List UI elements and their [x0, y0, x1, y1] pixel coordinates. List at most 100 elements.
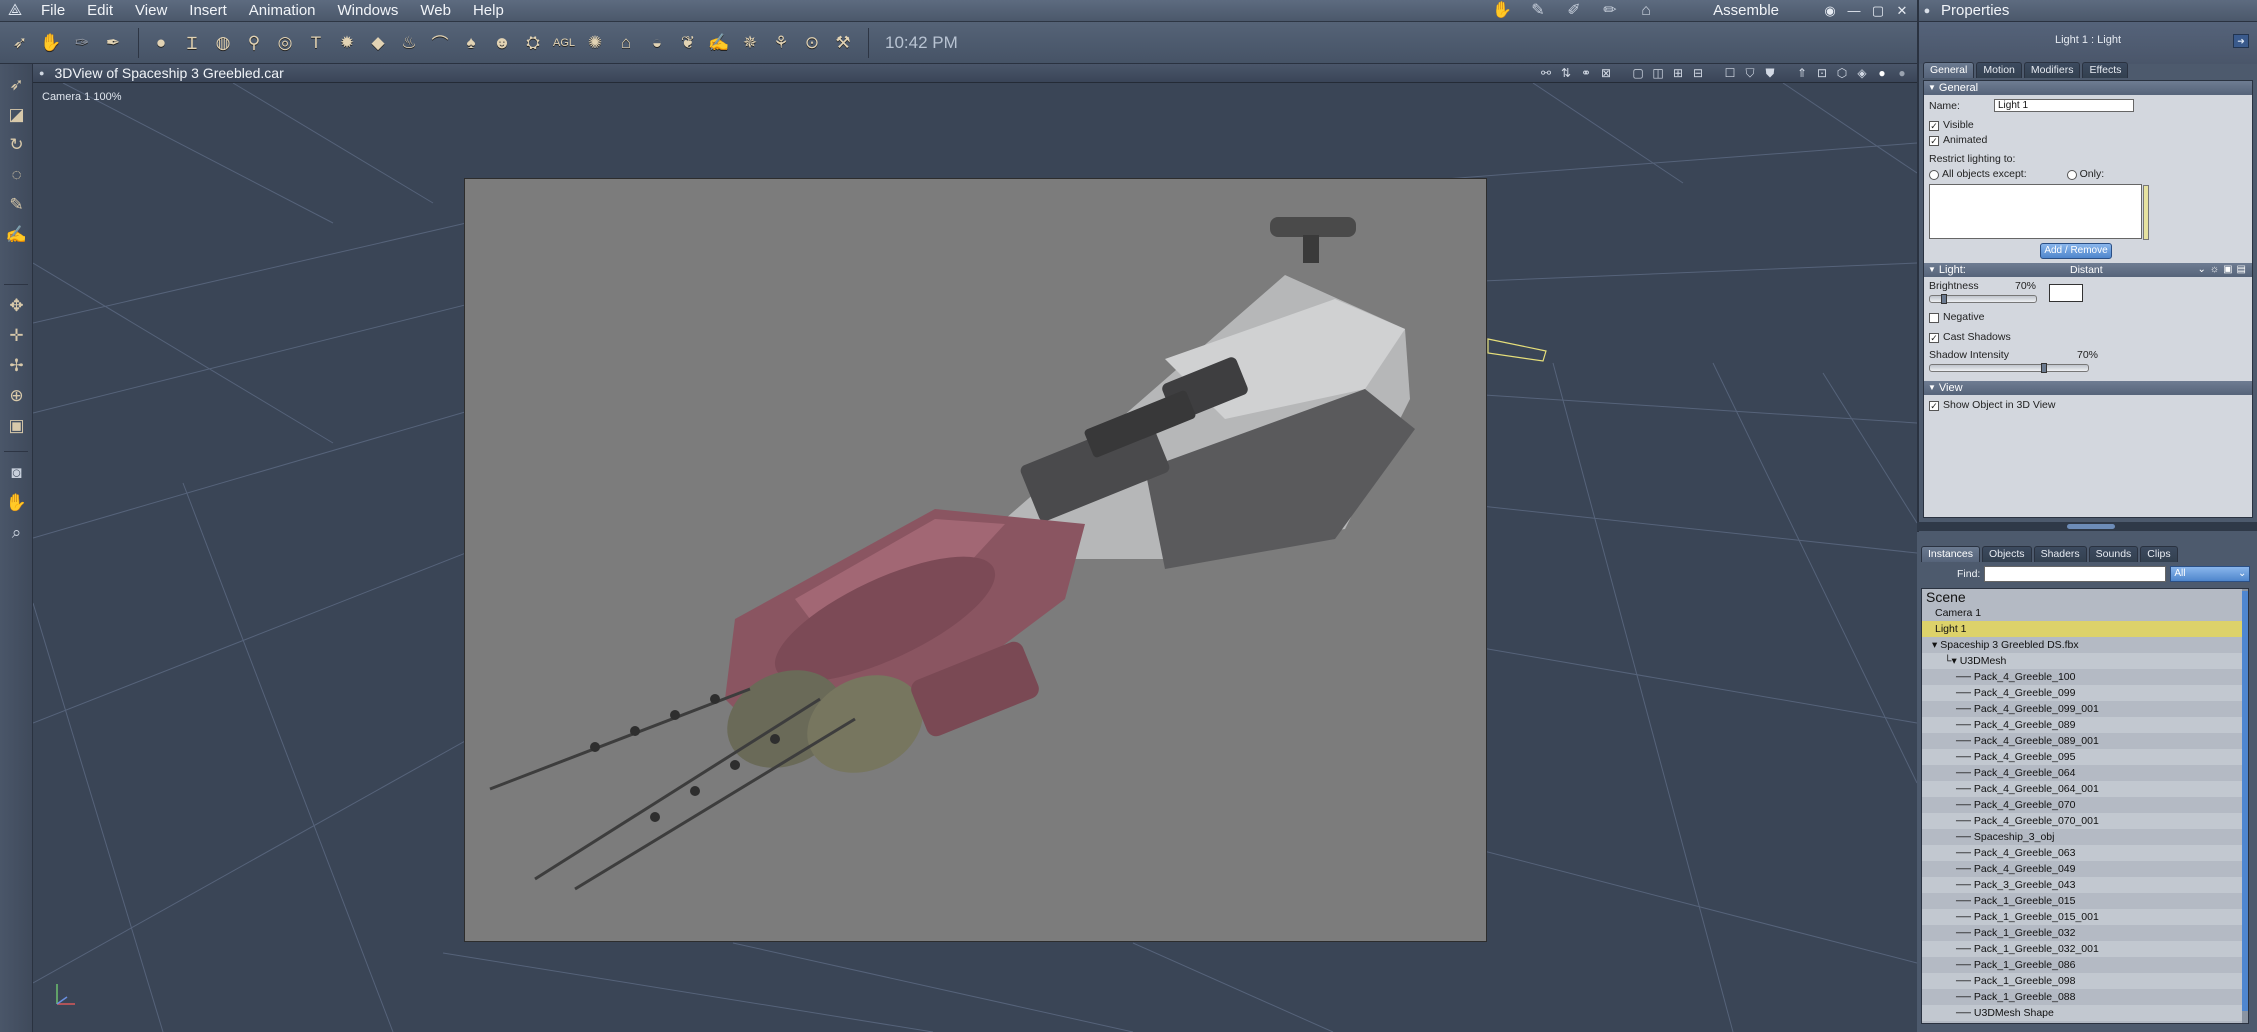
nav-move-icon[interactable]: ⇑	[1795, 65, 1809, 81]
section-general[interactable]: ▼ General	[1924, 81, 2252, 95]
sort-icon[interactable]: ⇅	[1559, 65, 1573, 81]
menu-view[interactable]: View	[124, 0, 178, 22]
bone-icon[interactable]: ⚲	[240, 29, 268, 57]
tree-node[interactable]: ── Pack_4_Greeble_099_001	[1922, 701, 2248, 717]
pin-panel-button[interactable]: ➜	[2233, 34, 2249, 48]
add-remove-button[interactable]: Add / Remove	[2040, 243, 2112, 259]
tree-node[interactable]: └▾ U3DMesh	[1922, 653, 2248, 669]
show-object-checkbox[interactable]: ✓	[1929, 400, 1939, 411]
close-button[interactable]: ✕	[1893, 2, 1911, 20]
negative-checkbox[interactable]	[1929, 312, 1939, 323]
menu-windows[interactable]: Windows	[327, 0, 410, 22]
restrict-object-list[interactable]	[1929, 184, 2149, 240]
shadow-slider-thumb[interactable]	[2040, 363, 2047, 373]
menu-animation[interactable]: Animation	[238, 0, 327, 22]
split-two-icon[interactable]: ◫	[1651, 65, 1665, 81]
visible-checkbox[interactable]: ✓	[1929, 120, 1939, 131]
pan-hand-icon[interactable]: ✋	[0, 488, 33, 518]
rotate-icon[interactable]: ↻	[0, 130, 33, 160]
splitter-handle[interactable]	[2067, 524, 2115, 529]
link-icon[interactable]: ⚯	[1539, 65, 1553, 81]
head-icon[interactable]: ☻	[488, 29, 516, 57]
pencil-icon[interactable]: ✎	[0, 190, 33, 220]
hand-tool-icon[interactable]: ✋	[37, 29, 65, 57]
tree-node[interactable]: ── Pack_3_Greeble_043	[1922, 877, 2248, 893]
agl-icon[interactable]: AGL	[550, 29, 578, 57]
material-room-icon[interactable]: ✐	[1563, 2, 1585, 20]
eye-icon[interactable]: ◉	[1821, 2, 1839, 20]
cast-shadows-row[interactable]: ✓ Cast Shadows	[1924, 330, 2252, 345]
tab-effects[interactable]: Effects	[2082, 62, 2129, 78]
filter-select[interactable]: All ⌄	[2170, 566, 2251, 582]
spiral-icon[interactable]: ✺	[581, 29, 609, 57]
menu-insert[interactable]: Insert	[178, 0, 238, 22]
scene-tree-scrollbar[interactable]	[2242, 589, 2248, 1023]
brush-tool-icon[interactable]: ✑	[68, 29, 96, 57]
tree-node[interactable]: ── Pack_4_Greeble_070	[1922, 797, 2248, 813]
cube-icon[interactable]: ◈	[1855, 65, 1869, 81]
scoop-icon[interactable]: ♠	[457, 29, 485, 57]
tab-objects[interactable]: Objects	[1981, 546, 2032, 562]
pointer-tool-icon[interactable]: ➶	[6, 29, 34, 57]
chevron-down-icon[interactable]: ⌄	[2198, 263, 2206, 277]
leaf-icon[interactable]: ❦	[674, 29, 702, 57]
negative-row[interactable]: Negative	[1924, 310, 2252, 325]
animated-checkbox[interactable]: ✓	[1929, 135, 1939, 146]
perspective-icon[interactable]: ⬡	[1835, 65, 1849, 81]
visible-row[interactable]: ✓ Visible	[1924, 118, 2252, 133]
render-frame[interactable]	[464, 178, 1487, 942]
brightness-slider-thumb[interactable]	[1940, 294, 1947, 304]
gear-icon[interactable]: ✹	[333, 29, 361, 57]
tab-instances[interactable]: Instances	[1921, 546, 1980, 562]
tab-modifiers[interactable]: Modifiers	[2023, 62, 2081, 78]
hand-room-icon[interactable]: ✋	[1491, 2, 1513, 20]
lamp-icon[interactable]: ♨	[395, 29, 423, 57]
tree-node[interactable]: ── U3DMesh Shape	[1922, 1005, 2248, 1021]
cast-shadows-checkbox[interactable]: ✓	[1929, 332, 1939, 343]
3d-viewport[interactable]: ● 3DView of Spaceship 3 Greebled.car ⚯ ⇅…	[33, 64, 1917, 1032]
tree-node[interactable]: ── Pack_4_Greeble_063	[1922, 845, 2248, 861]
paint-brush-icon[interactable]: ✍	[0, 220, 33, 250]
restrict-list-scrollbar[interactable]	[2143, 185, 2149, 240]
paint-tool-icon[interactable]: ✒	[99, 29, 127, 57]
tree-node[interactable]: ── Pack_4_Greeble_089_001	[1922, 733, 2248, 749]
tree-node[interactable]: ── Pack_1_Greeble_098	[1922, 973, 2248, 989]
sphere-icon[interactable]: ●	[147, 29, 175, 57]
tree-node[interactable]: ── Spaceship_3_obj	[1922, 829, 2248, 845]
only-radio[interactable]	[2066, 169, 2077, 180]
torus-icon[interactable]: ◍	[209, 29, 237, 57]
text-icon[interactable]: T	[302, 29, 330, 57]
view-mode-b-icon[interactable]: ⛉	[1743, 65, 1757, 81]
single-view-icon[interactable]: ▢	[1631, 65, 1645, 81]
app-logo-icon[interactable]: ⟁	[0, 0, 30, 22]
pin-icon[interactable]: ✍	[705, 29, 733, 57]
spider-icon[interactable]: ✵	[736, 29, 764, 57]
dome-icon[interactable]: ◒	[643, 29, 671, 57]
find-input[interactable]	[1984, 566, 2167, 582]
scale-icon[interactable]: ✢	[0, 351, 33, 381]
section-light[interactable]: ▼ Light: Distant ⌄ ☼ ▣ ▤	[1924, 263, 2252, 277]
tree-node[interactable]: Camera 1	[1922, 605, 2248, 621]
split-four-icon[interactable]: ⊞	[1671, 65, 1685, 81]
lasso-icon[interactable]: ◌	[0, 160, 33, 190]
light-camera-icon[interactable]: ▤	[2237, 263, 2246, 277]
tree-node[interactable]: Light 1	[1922, 621, 2248, 637]
sun-icon[interactable]: ☼	[2210, 263, 2219, 277]
tree-node[interactable]: ── Pack_4_Greeble_095	[1922, 749, 2248, 765]
paint-room-icon[interactable]: ✏	[1599, 2, 1621, 20]
show-object-row[interactable]: ✓ Show Object in 3D View	[1924, 398, 2252, 413]
vehicle-icon[interactable]: ⛭	[519, 29, 547, 57]
select-arrow-icon[interactable]: ➶	[0, 70, 33, 100]
section-view[interactable]: ▼ View	[1924, 381, 2252, 395]
tree-node[interactable]: ── Pack_4_Greeble_064	[1922, 765, 2248, 781]
zoom-icon[interactable]: ⌕	[0, 518, 33, 548]
tree-node[interactable]: ── Pack_1_Greeble_086	[1922, 957, 2248, 973]
box-icon[interactable]: ▣	[0, 411, 33, 441]
tree-node[interactable]: ── Pack_4_Greeble_099	[1922, 685, 2248, 701]
menu-edit[interactable]: Edit	[76, 0, 124, 22]
move-plane-icon[interactable]: ✛	[0, 321, 33, 351]
name-field[interactable]: Light 1	[1994, 99, 2134, 112]
move-icon[interactable]: ✥	[0, 291, 33, 321]
tab-motion[interactable]: Motion	[1976, 62, 2022, 78]
network-icon[interactable]: ⚭	[1579, 65, 1593, 81]
